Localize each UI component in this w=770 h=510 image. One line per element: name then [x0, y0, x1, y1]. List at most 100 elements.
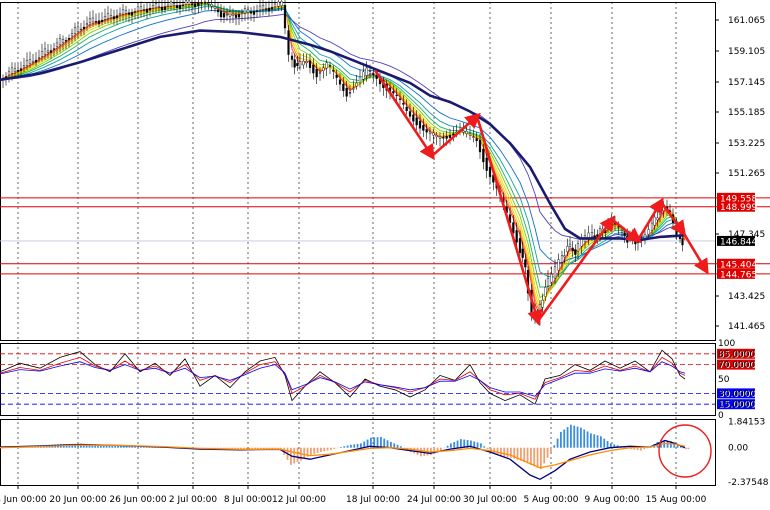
- x-tick-label: 9 Aug 00:00: [585, 495, 640, 505]
- candle-body: [225, 14, 229, 16]
- candle-body: [49, 50, 53, 53]
- histogram-bar: [336, 447, 339, 449]
- histogram-bar: [566, 427, 569, 448]
- candle-body: [432, 132, 435, 136]
- histogram-bar: [576, 426, 579, 448]
- candle-body: [7, 71, 11, 76]
- candle-body: [61, 39, 65, 43]
- candle-body: [296, 63, 299, 66]
- histogram-bar: [646, 447, 649, 449]
- candle-body: [10, 67, 14, 74]
- histogram-bar: [453, 441, 456, 448]
- candle-body: [184, 0, 188, 5]
- candle-body: [541, 299, 544, 308]
- candle-body: [277, 1, 280, 7]
- candle-body: [435, 135, 438, 138]
- candle-body: [560, 255, 564, 263]
- candle-body: [103, 16, 107, 20]
- candle-body: [31, 61, 35, 63]
- candle-body: [187, 0, 191, 5]
- candle-body: [566, 246, 569, 252]
- candle-body: [342, 83, 345, 91]
- candle-body: [94, 21, 98, 23]
- candle-body: [142, 9, 146, 11]
- candle-body: [136, 6, 140, 12]
- histogram-bar: [493, 447, 496, 454]
- candle-body: [193, 3, 197, 8]
- x-tick-label: 15 Aug 00:00: [646, 495, 707, 505]
- histogram-bar: [603, 438, 606, 448]
- candle-body: [442, 137, 445, 139]
- candle-body: [237, 14, 241, 18]
- candle-body: [305, 61, 308, 64]
- candle-body: [172, 3, 176, 7]
- candle-body: [515, 230, 518, 243]
- x-tick-label: 26 Jun 00:00: [109, 495, 166, 505]
- candle-body: [553, 266, 557, 279]
- candle-body: [22, 65, 26, 68]
- candle-body: [290, 55, 294, 60]
- candle-body: [312, 64, 315, 74]
- osc-y-tick-label: 70.0000: [718, 361, 755, 371]
- x-tick-label: 14 Jun 00:00: [0, 495, 47, 505]
- candle-body: [252, 11, 256, 15]
- candle-body: [658, 212, 662, 215]
- candle-body: [73, 27, 77, 34]
- candle-body: [475, 138, 478, 142]
- candle-body: [13, 68, 17, 73]
- histogram-bar: [570, 424, 572, 448]
- histogram-bar: [486, 447, 489, 450]
- candle-body: [348, 92, 352, 94]
- candle-body: [636, 241, 640, 243]
- candle-body: [405, 107, 408, 111]
- candle-body: [656, 217, 659, 221]
- candle-body: [190, 3, 194, 6]
- level-label: 148.999: [720, 203, 757, 213]
- candle-body: [647, 229, 650, 235]
- candle-body: [623, 232, 626, 236]
- level-label-box: 145.404: [717, 258, 757, 270]
- histogram-bar: [333, 447, 336, 449]
- histogram-bar: [303, 447, 306, 459]
- candle-body: [332, 70, 335, 72]
- candle-body: [521, 248, 524, 258]
- y-tick-label: 143.425: [728, 292, 765, 302]
- candle-body: [412, 114, 415, 122]
- histogram-bar: [386, 440, 389, 448]
- candle-body: [518, 238, 522, 253]
- candle-body: [574, 249, 577, 255]
- candle-body: [402, 102, 405, 105]
- candle-body: [465, 131, 468, 134]
- candle-body: [546, 277, 550, 287]
- candle-body: [352, 88, 355, 90]
- candle-body: [216, 9, 220, 13]
- histogram-bar: [293, 447, 296, 464]
- forex-chart[interactable]: 149.558148.999145.404144.765146.844 85.0…: [0, 0, 770, 510]
- histogram-bar: [340, 446, 342, 448]
- y-tick-label: 157.145: [728, 78, 765, 88]
- y-tick-label: 153.225: [728, 139, 765, 149]
- candle-body: [315, 68, 318, 78]
- candle-body: [203, 1, 207, 4]
- candle-body: [273, 3, 277, 7]
- histogram-bar: [526, 447, 529, 464]
- candle-body: [249, 11, 253, 14]
- candle-body: [362, 71, 365, 80]
- candle-body: [200, 2, 203, 4]
- candle-body: [298, 61, 302, 68]
- candle-body: [157, 6, 161, 8]
- candle-body: [571, 247, 574, 252]
- candle-body: [148, 8, 152, 11]
- candle-body: [64, 40, 68, 42]
- histogram-bar: [687, 447, 690, 450]
- candle-body: [478, 139, 482, 153]
- histogram-bar: [380, 436, 382, 448]
- candle-body: [127, 12, 131, 15]
- candle-body: [213, 6, 217, 9]
- histogram-bar: [346, 445, 349, 448]
- candle-body: [118, 13, 122, 15]
- candle-body: [97, 20, 101, 25]
- candle-body: [468, 133, 472, 136]
- histogram-bar: [640, 447, 642, 451]
- histogram-bar: [596, 435, 599, 448]
